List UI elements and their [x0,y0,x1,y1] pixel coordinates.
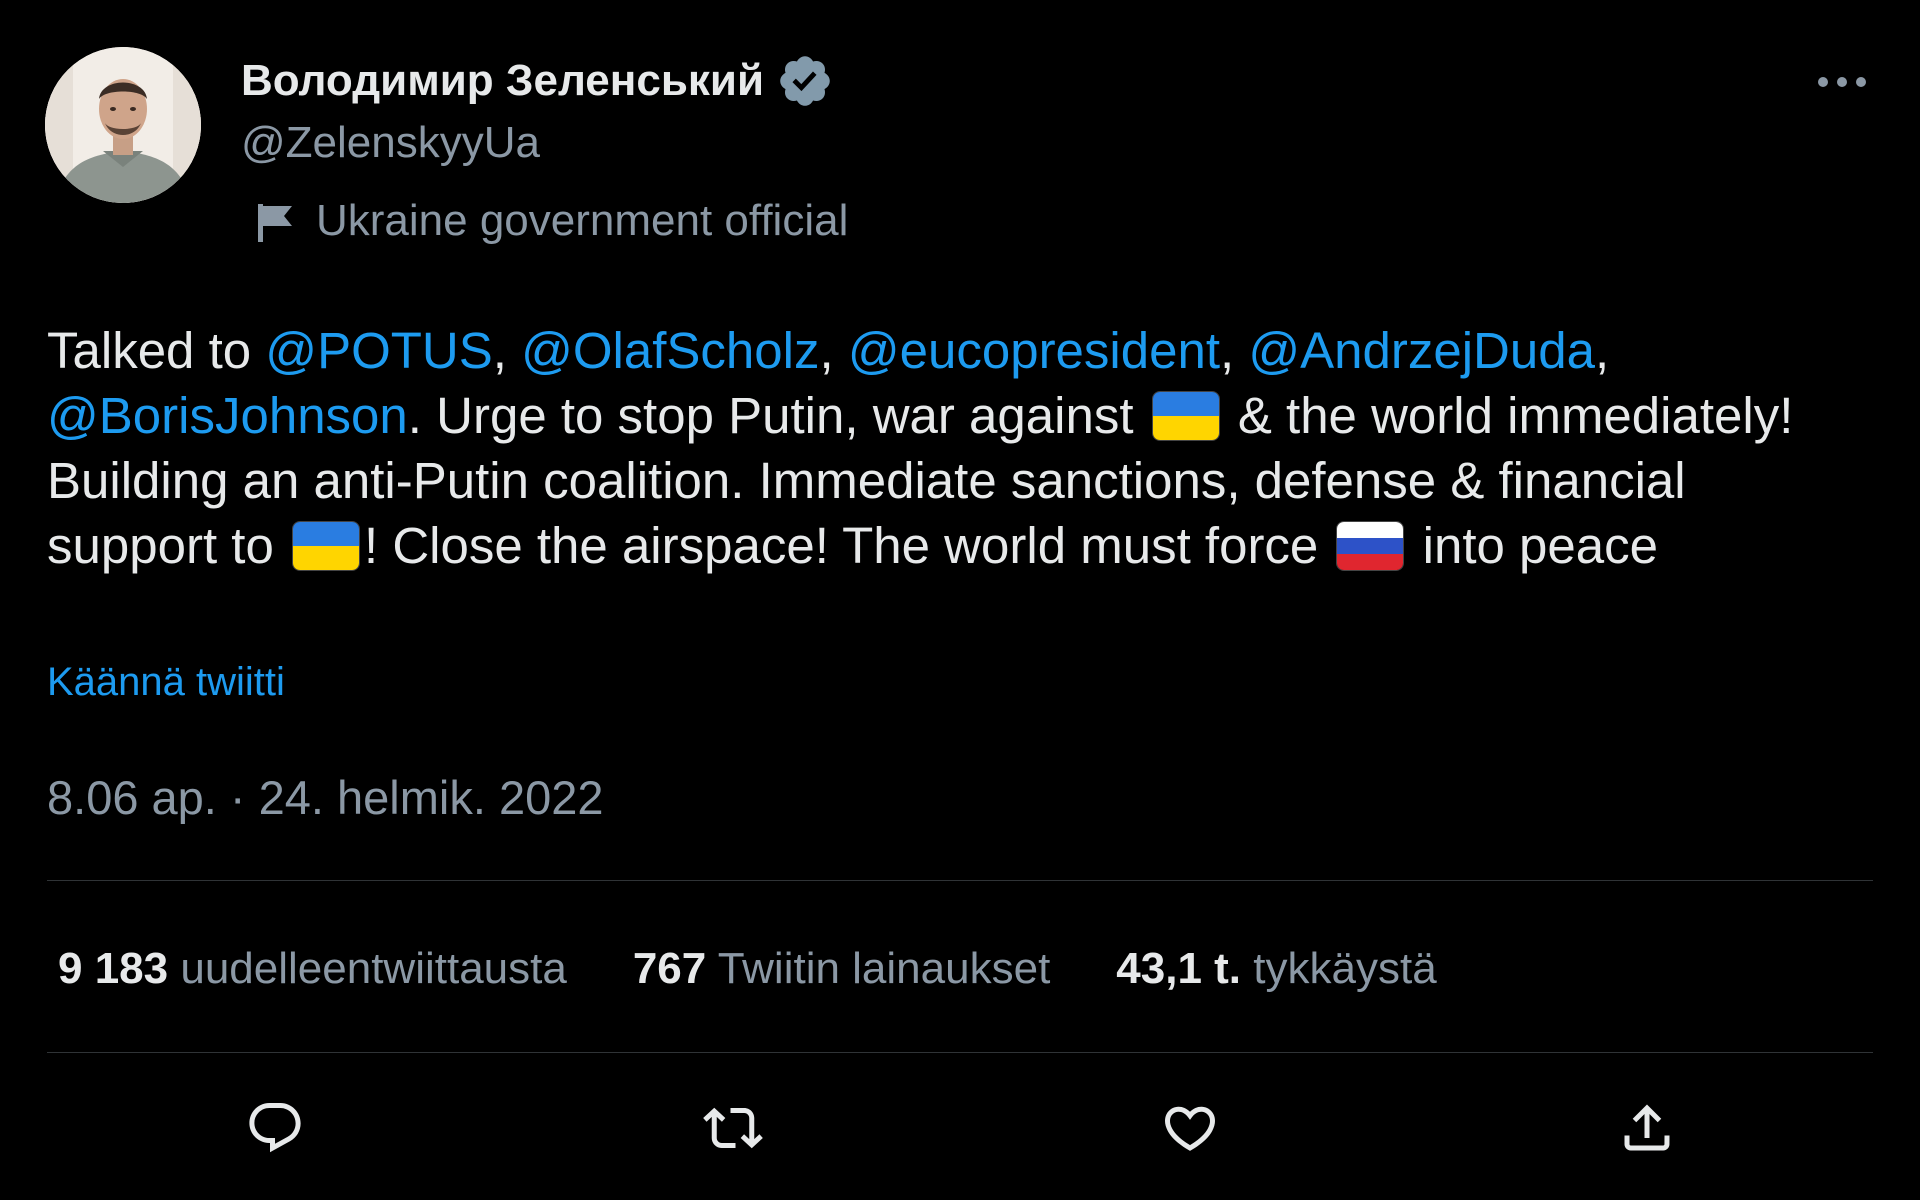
reply-icon [249,1103,301,1153]
mention-potus[interactable]: @POTUS [265,322,492,379]
retweets-count: 9 183 [58,944,169,993]
text-segment: . Urge to stop Putin, war against [407,387,1148,444]
tweet-timestamp[interactable]: 8.06 ap. · 24. helmik. 2022 [47,770,604,825]
mention-olafscholz[interactable]: @OlafScholz [521,322,819,379]
tweet-text: Talked to @POTUS, @OlafScholz, @eucopres… [47,318,1847,578]
mention-eucopresident[interactable]: @eucopresident [848,322,1220,379]
tweet: Володимир Зеленський @ZelenskyyUa Ukrain… [0,0,1920,1200]
russia-flag-icon [1336,521,1405,571]
like-button[interactable] [1158,1096,1222,1160]
ukraine-flag-icon [291,521,360,571]
affiliation-label: Ukraine government official [254,196,848,246]
translate-tweet-link[interactable]: Käännä twiitti [47,660,285,705]
verified-badge-icon [776,52,834,110]
more-options-button[interactable] [1814,60,1870,104]
text-segment: Talked to [47,322,266,379]
affiliation-text: Ukraine government official [316,196,849,245]
retweets-stat[interactable]: 9 183 uudelleentwiittausta [58,944,567,994]
share-button[interactable] [1615,1096,1679,1160]
display-name[interactable]: Володимир Зеленський [241,52,834,110]
avatar[interactable] [45,47,201,203]
likes-stat[interactable]: 43,1 t. tykkäystä [1116,944,1436,994]
retweet-button[interactable] [701,1096,765,1160]
quotes-count: 767 [632,944,707,993]
display-name-text: Володимир Зеленський [241,56,764,105]
likes-count: 43,1 t. [1116,944,1242,993]
reply-button[interactable] [243,1096,307,1160]
quotes-label: Twiitin lainaukset [717,944,1051,993]
text-segment: , [819,322,848,379]
text-segment: into peace [1408,517,1658,574]
share-icon [1624,1104,1670,1151]
engagement-stats: 9 183 uudelleentwiittausta 767 Twiitin l… [58,944,1503,994]
more-dots-icon [1818,77,1866,87]
text-segment: ! Close the airspace! The world must for… [363,517,1333,574]
text-segment: , [492,322,522,379]
divider [47,1052,1873,1053]
like-icon [1164,1106,1216,1151]
government-flag-icon [258,204,292,242]
user-handle[interactable]: @ZelenskyyUa [241,118,540,168]
retweet-icon [703,1107,763,1149]
likes-label: tykkäystä [1253,944,1437,993]
text-segment: , [1220,322,1249,379]
action-bar [0,1096,1920,1160]
text-segment: , [1594,322,1610,379]
divider [47,880,1873,881]
mention-andrzejduda[interactable]: @AndrzejDuda [1248,322,1595,379]
ukraine-flag-icon [1151,391,1220,441]
quotes-stat[interactable]: 767 Twiitin lainaukset [633,944,1050,994]
mention-borisjohnson[interactable]: @BorisJohnson [47,387,408,444]
retweets-label: uudelleentwiittausta [180,944,567,993]
